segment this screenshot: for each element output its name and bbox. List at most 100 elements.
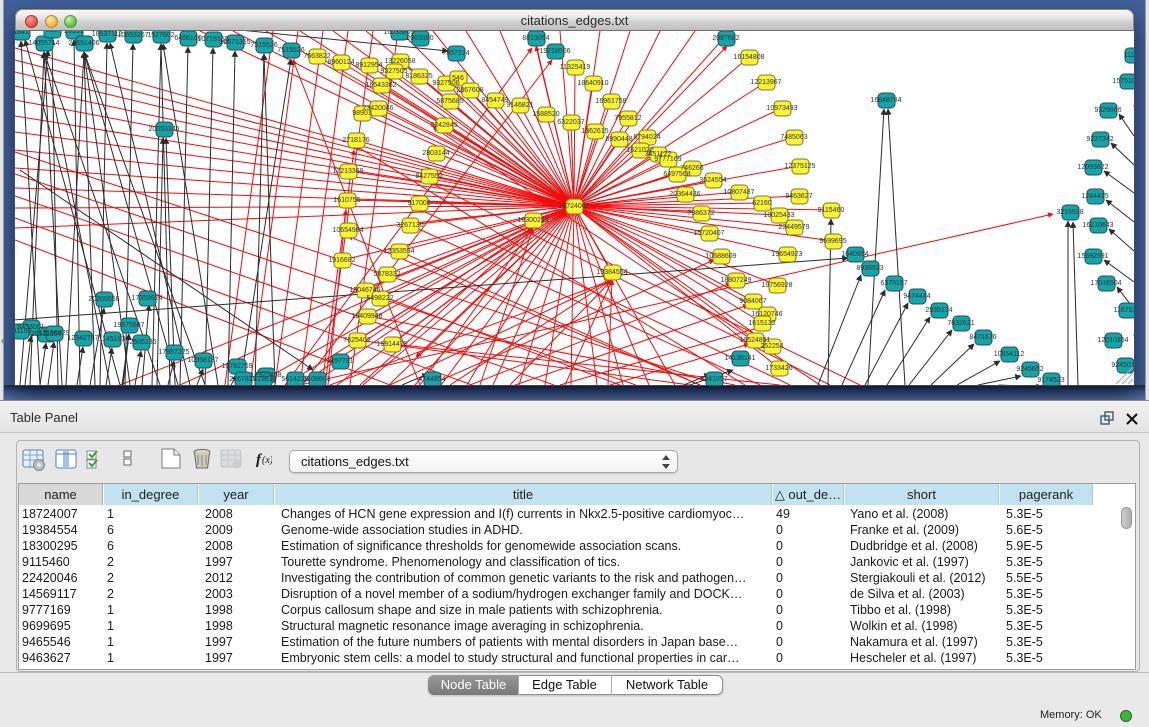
svg-text:19384554: 19384554 [596,269,627,276]
svg-text:9329966: 9329966 [1094,107,1121,114]
svg-text:1362615: 1362615 [581,128,608,135]
svg-text:19654923: 19654923 [771,251,802,258]
svg-text:20206556: 20206556 [88,296,119,303]
svg-text:10688609: 10688609 [705,253,736,260]
svg-text:5498222: 5498222 [366,295,393,302]
svg-text:1610755: 1610755 [333,197,360,204]
svg-text:16409948: 16409948 [351,313,382,320]
svg-text:14055714: 14055714 [28,40,59,47]
svg-text:15751074: 15751074 [1112,78,1134,85]
svg-text:6794024: 6794024 [633,134,660,141]
svg-text:8938923: 8938923 [856,265,883,272]
svg-text:1916682: 1916682 [328,257,355,264]
svg-text:9242845: 9242845 [430,122,457,129]
svg-text:7515526: 7515526 [277,47,304,54]
svg-text:8813054: 8813054 [522,35,549,42]
svg-text:7955812: 7955812 [614,115,641,122]
svg-text:6379197: 6379197 [880,280,907,287]
svg-text:12505135: 12505135 [125,339,156,346]
svg-text:17016504: 17016504 [1090,280,1121,287]
svg-text:9699695: 9699695 [819,238,846,245]
svg-text:9474444: 9474444 [903,293,930,300]
svg-text:11325419: 11325419 [560,64,591,71]
svg-text:12213967: 12213967 [750,79,781,86]
svg-text:16961758: 16961758 [595,98,626,105]
svg-text:2718176: 2718176 [342,137,369,144]
svg-text:1733426: 1733426 [765,365,792,372]
svg-text:17957225: 17957225 [158,349,189,356]
svg-text:14136141: 14136141 [724,355,755,362]
svg-text:8427552: 8427552 [415,173,442,180]
svg-text:11124: 11124 [1124,52,1134,59]
svg-text:98901: 98901 [352,110,372,117]
svg-text:7625402: 7625402 [343,337,370,344]
svg-text:12213369: 12213369 [332,168,363,175]
svg-text:7986372: 7986372 [687,210,714,217]
svg-text:15692991: 15692991 [1077,253,1108,260]
svg-text:10807487: 10807487 [723,189,754,196]
svg-text:1640954: 1640954 [841,251,868,258]
svg-text:3215938: 3215938 [1056,209,1083,216]
svg-text:13226058: 13226058 [384,58,415,65]
svg-text:16210643: 16210643 [1082,222,1113,229]
svg-text:9084067: 9084067 [739,298,766,305]
svg-text:252254: 252254 [760,343,783,350]
svg-text:10653267: 10653267 [117,32,148,39]
svg-text:18724007: 18724007 [558,203,589,210]
svg-text:16914479: 16914479 [376,341,407,348]
svg-text:9115460: 9115460 [818,207,845,214]
svg-text:23449579: 23449579 [778,224,809,231]
svg-text:16543362: 16543362 [365,82,396,89]
svg-text:18807249: 18807249 [720,277,751,284]
svg-text:12375125: 12375125 [784,163,815,170]
svg-text:8186325: 8186325 [405,73,432,80]
svg-text:8471676: 8471676 [969,334,996,341]
svg-text:917006: 917006 [407,200,430,207]
svg-text:19218506: 19218506 [539,48,570,55]
svg-text:4744854: 4744854 [418,376,445,383]
svg-text:12156829: 12156829 [38,330,69,337]
svg-text:5878332: 5878332 [373,271,400,278]
svg-text:9245012: 9245012 [1111,362,1134,369]
svg-text:9227342: 9227342 [1086,136,1113,143]
svg-text:1167534: 1167534 [1114,307,1134,314]
svg-text:3267130: 3267130 [396,222,423,229]
svg-text:15046746: 15046746 [349,287,380,294]
svg-text:16671355: 16671355 [219,39,250,46]
svg-text:19756928: 19756928 [761,282,792,289]
svg-text:10958137: 10958137 [187,357,218,364]
svg-text:208: 208 [46,31,58,34]
svg-text:10654112: 10654112 [994,351,1025,358]
svg-text:20691406: 20691406 [68,40,99,47]
svg-text:8454749: 8454749 [481,97,508,104]
svg-text:5108603: 5108603 [303,376,330,383]
svg-text:8912954: 8912954 [355,62,382,69]
svg-text:9777169: 9777169 [654,156,681,163]
svg-text:2935134: 2935134 [925,307,952,314]
svg-text:1419610: 1419610 [249,376,276,383]
svg-text:2063380: 2063380 [406,35,433,42]
svg-text:18640910: 18640910 [577,80,608,87]
svg-text:16648784: 16648784 [870,97,901,104]
svg-text:20364436: 20364436 [669,191,700,198]
svg-text:10025433: 10025433 [763,212,794,219]
svg-text:9174523: 9174523 [1037,377,1064,384]
svg-text:9327505: 9327505 [380,68,407,75]
svg-text:17359924: 17359924 [131,295,162,302]
svg-text:6497568: 6497568 [663,171,690,178]
svg-text:9457791: 9457791 [326,358,353,365]
svg-text:20391: 20391 [64,31,84,35]
svg-text:7515526: 7515526 [250,42,277,49]
svg-text:2803144: 2803144 [422,150,449,157]
svg-text:16154808: 16154808 [733,54,764,61]
svg-text:1244415: 1244415 [1081,193,1108,200]
svg-text:1841: 1841 [15,31,29,36]
svg-text:1588520: 1588520 [532,111,559,118]
svg-text:10973493: 10973493 [766,105,797,112]
svg-text:1615132: 1615132 [748,320,775,327]
svg-text:16120746: 16120746 [751,311,782,318]
svg-text:391155: 391155 [15,328,32,335]
svg-text:8990448: 8990448 [605,136,632,143]
svg-text:12010354: 12010354 [1097,337,1128,344]
svg-text:546: 546 [452,75,464,82]
